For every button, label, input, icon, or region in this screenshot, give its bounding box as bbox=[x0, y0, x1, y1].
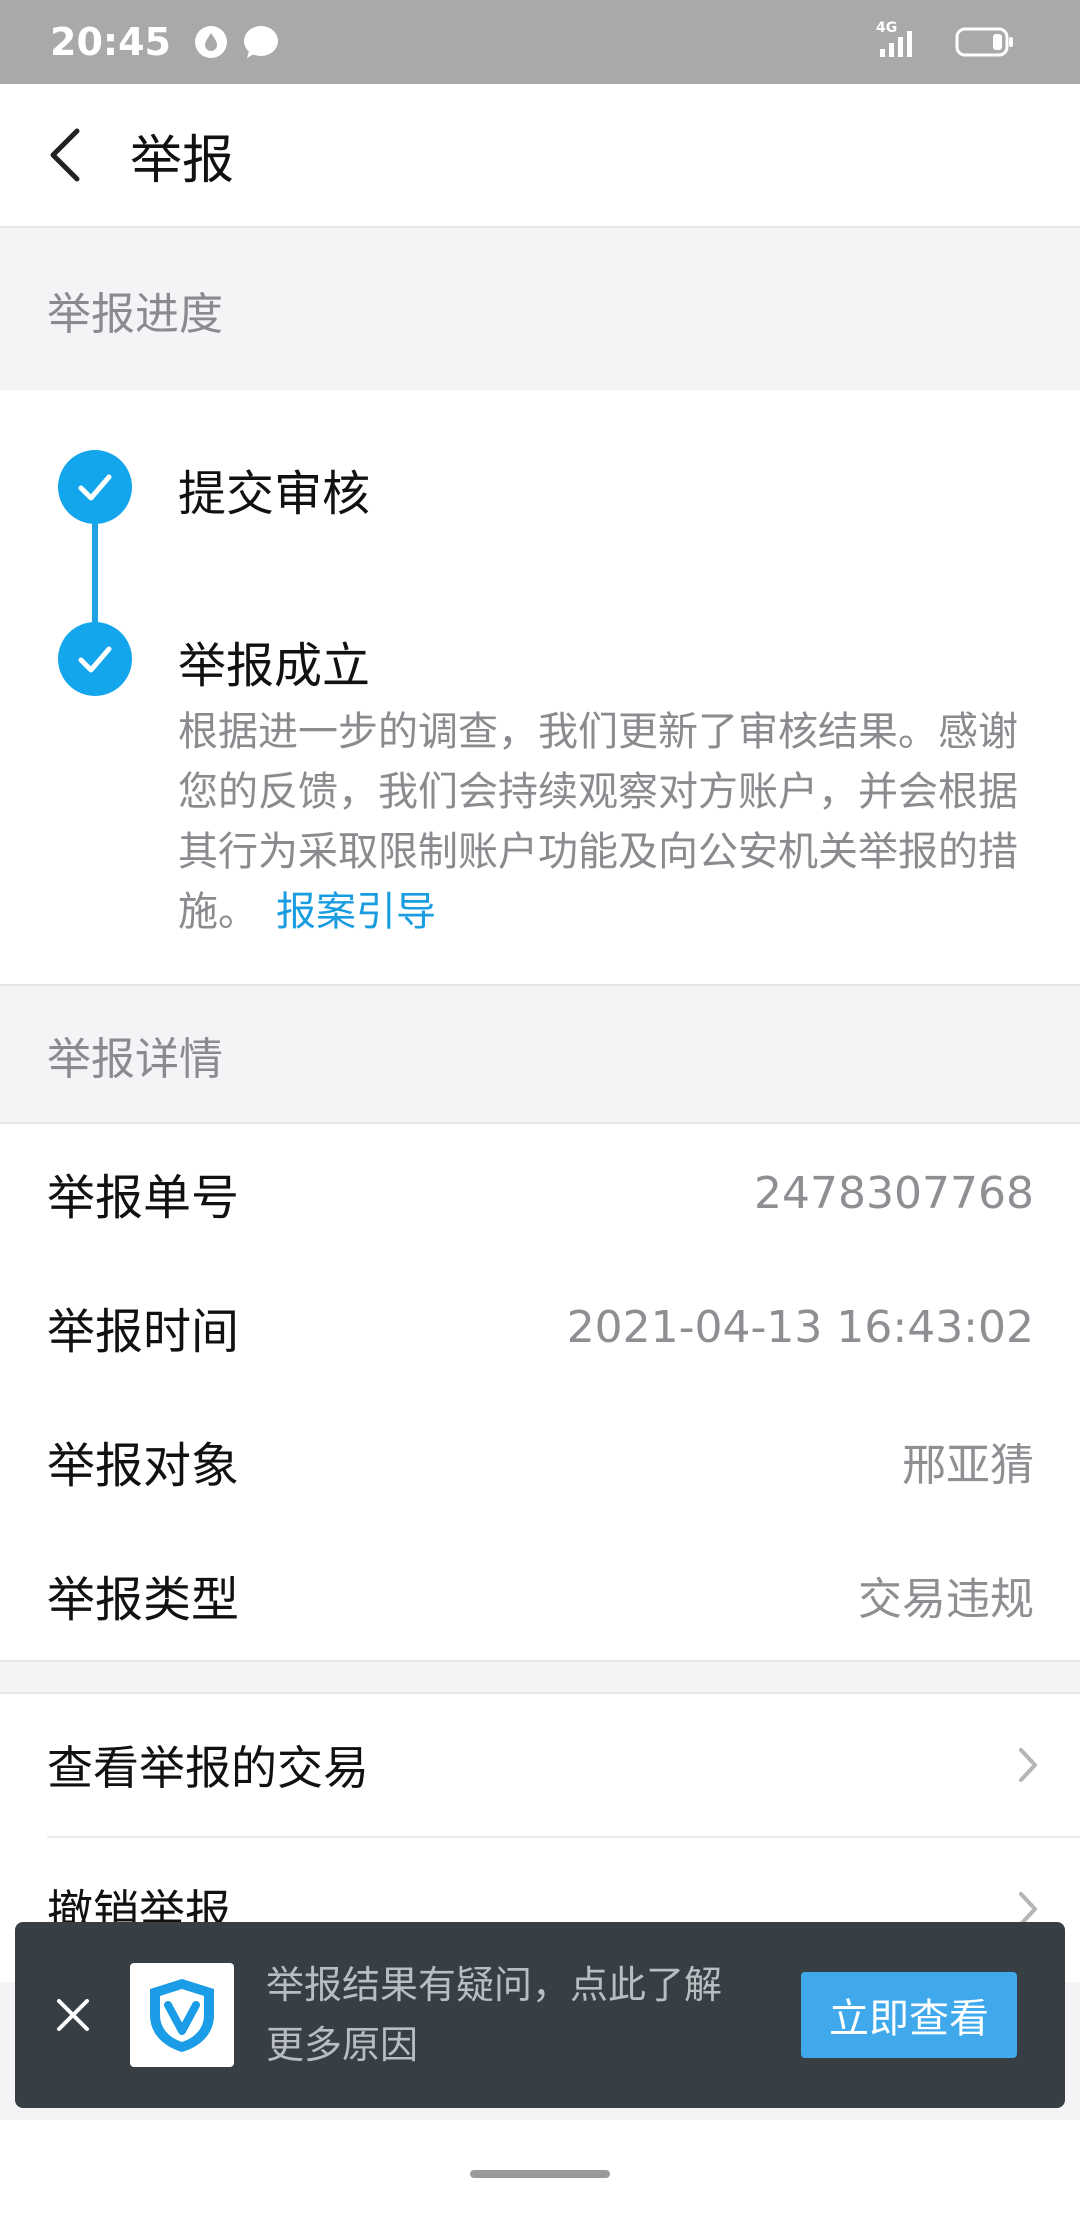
action-label: 查看举报的交易 bbox=[47, 1741, 369, 1795]
detail-label: 举报类型 bbox=[47, 1572, 240, 1628]
step-check-icon bbox=[58, 450, 132, 524]
details-section-header: 举报详情 bbox=[0, 988, 1080, 1122]
close-icon bbox=[56, 1999, 89, 2031]
banner-close-button[interactable] bbox=[15, 1922, 130, 2108]
step-title-submit: 提交审核 bbox=[178, 466, 371, 522]
detail-value: 交易违规 bbox=[858, 1574, 1034, 1625]
battery-icon bbox=[954, 24, 1016, 60]
step-check-icon bbox=[58, 622, 132, 696]
bottom-banner[interactable]: 举报结果有疑问，点此了解更多原因 立即查看 bbox=[15, 1922, 1065, 2108]
chevron-right-icon bbox=[1019, 1748, 1037, 1782]
shield-v-icon bbox=[130, 1963, 234, 2067]
status-bar: 20:45 4G bbox=[0, 0, 1080, 84]
detail-row-target: 举报对象 邢亚猜 bbox=[0, 1394, 1080, 1528]
detail-label: 举报时间 bbox=[47, 1304, 240, 1360]
status-right: 4G bbox=[876, 20, 1030, 60]
chevron-left-icon bbox=[50, 128, 80, 182]
detail-row-time: 举报时间 2021-04-13 16:43:02 bbox=[0, 1260, 1080, 1394]
gesture-nav-area bbox=[0, 2120, 1080, 2220]
status-time: 20:45 bbox=[50, 20, 171, 64]
back-button[interactable] bbox=[0, 83, 130, 227]
title-bar: 举报 bbox=[0, 84, 1080, 228]
step-description: 根据进一步的调查，我们更新了审核结果。感谢您的反馈，我们会持续观察对方账户，并会… bbox=[178, 702, 1028, 942]
detail-label: 举报单号 bbox=[47, 1170, 240, 1226]
view-transaction-item[interactable]: 查看举报的交易 bbox=[0, 1694, 1080, 1836]
home-indicator[interactable] bbox=[470, 2170, 610, 2178]
detail-label: 举报对象 bbox=[47, 1438, 240, 1494]
detail-value: 2021-04-13 16:43:02 bbox=[566, 1301, 1034, 1353]
view-now-button[interactable]: 立即查看 bbox=[801, 1972, 1017, 2058]
progress-block: 提交审核 举报成立 根据进一步的调查，我们更新了审核结果。感谢您的反馈，我们会持… bbox=[0, 390, 1080, 986]
detail-row-id: 举报单号 2478307768 bbox=[0, 1126, 1080, 1260]
banner-text[interactable]: 举报结果有疑问，点此了解更多原因 bbox=[266, 1955, 756, 2075]
detail-row-type: 举报类型 交易违规 bbox=[0, 1528, 1080, 1662]
details-block: 举报单号 2478307768 举报时间 2021-04-13 16:43:02… bbox=[0, 1122, 1080, 1662]
signal-icon: 4G bbox=[876, 20, 922, 60]
detail-value: 邢亚猜 bbox=[902, 1440, 1034, 1491]
page-title: 举报 bbox=[130, 130, 235, 191]
notification-drop-icon bbox=[193, 24, 229, 60]
detail-value: 2478307768 bbox=[754, 1167, 1034, 1219]
report-guide-link[interactable]: 报案引导 bbox=[276, 889, 436, 935]
network-label: 4G bbox=[876, 20, 898, 36]
progress-section-header: 举报进度 bbox=[0, 230, 1080, 390]
step-title-established: 举报成立 bbox=[178, 638, 371, 694]
chat-bubble-icon bbox=[243, 24, 279, 60]
